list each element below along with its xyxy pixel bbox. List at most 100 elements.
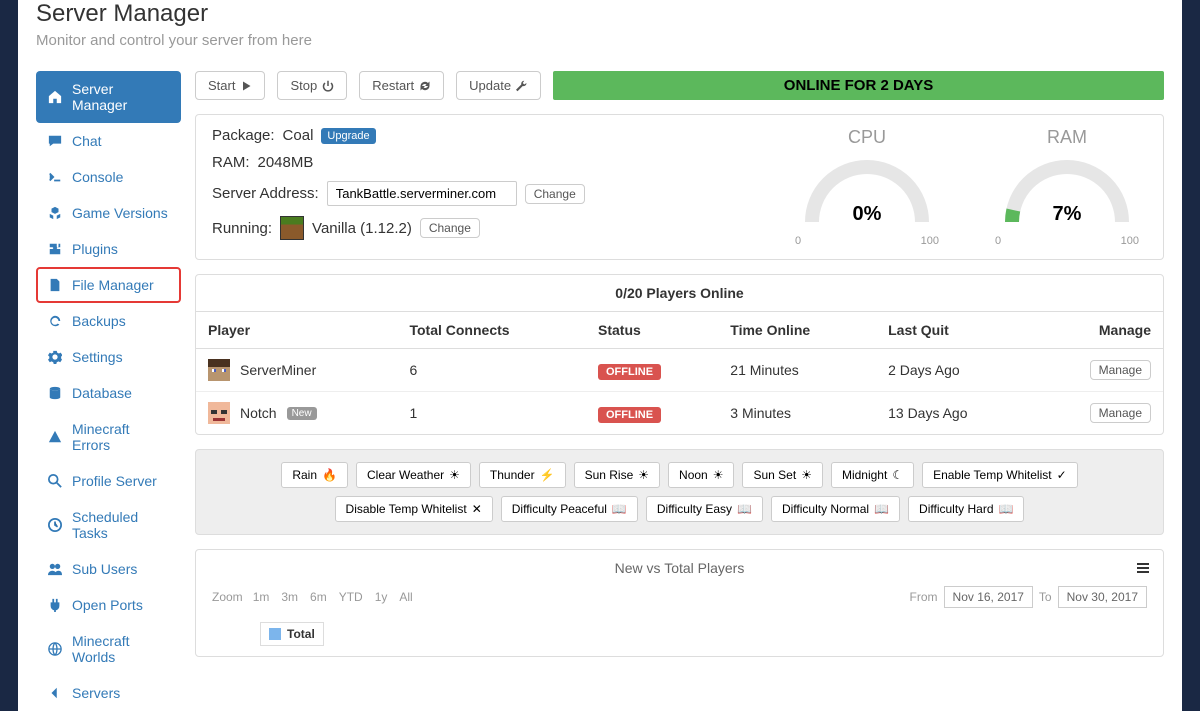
ram-gauge-title: RAM (987, 127, 1147, 148)
quick-actions: Rain 🔥 Clear Weather ☀ Thunder ⚡ Sun Rise ☀… (195, 449, 1164, 535)
qa-midnight[interactable]: Midnight ☾ (831, 462, 914, 488)
start-button[interactable]: Start (195, 71, 265, 100)
server-address-input[interactable] (327, 181, 517, 206)
sidebar-item-database[interactable]: Database (36, 375, 181, 411)
qa-icon: 📖 (999, 502, 1014, 516)
clock-icon (48, 518, 62, 532)
qa-difficulty-peaceful[interactable]: Difficulty Peaceful 📖 (501, 496, 638, 522)
col-manage: Manage (1033, 312, 1163, 349)
qa-sun-set[interactable]: Sun Set ☀ (742, 462, 822, 488)
sidebar-item-chat[interactable]: Chat (36, 123, 181, 159)
table-row: NotchNew 1 OFFLINE 3 Minutes 13 Days Ago… (196, 392, 1163, 435)
sidebar-item-label: File Manager (72, 277, 154, 293)
plug-icon (48, 598, 62, 612)
table-row: ServerMiner 6 OFFLINE 21 Minutes 2 Days … (196, 349, 1163, 392)
ram-gauge: RAM 7% 0100 (987, 127, 1147, 247)
sidebar-item-minecraft-errors[interactable]: Minecraft Errors (36, 411, 181, 463)
file-icon (48, 278, 62, 292)
menu-icon (1135, 560, 1151, 576)
terminal-icon (48, 170, 62, 184)
update-button[interactable]: Update (456, 71, 541, 100)
cpu-gauge-title: CPU (787, 127, 947, 148)
avatar-icon (208, 359, 230, 381)
sidebar-item-minecraft-worlds[interactable]: Minecraft Worlds (36, 623, 181, 675)
qa-sun-rise[interactable]: Sun Rise ☀ (574, 462, 660, 488)
sidebar-item-server-manager[interactable]: Server Manager (36, 71, 181, 123)
qa-rain[interactable]: Rain 🔥 (281, 462, 348, 488)
zoom-All[interactable]: All (399, 590, 412, 604)
col-lastquit: Last Quit (876, 312, 1033, 349)
manage-button[interactable]: Manage (1090, 403, 1151, 423)
qa-enable-temp-whitelist[interactable]: Enable Temp Whitelist ✓ (922, 462, 1078, 488)
qa-icon: ☀ (713, 468, 724, 482)
zoom-1m[interactable]: 1m (253, 590, 270, 604)
chart-menu-button[interactable] (1135, 560, 1151, 579)
qa-difficulty-normal[interactable]: Difficulty Normal 📖 (771, 496, 900, 522)
database-icon (48, 386, 62, 400)
sidebar-item-console[interactable]: Console (36, 159, 181, 195)
player-lastquit: 13 Days Ago (876, 392, 1033, 435)
player-name: ServerMiner (240, 362, 316, 378)
package-label: Package: (212, 127, 275, 144)
sidebar-item-game-versions[interactable]: Game Versions (36, 195, 181, 231)
restart-button[interactable]: Restart (359, 71, 444, 100)
play-icon (240, 80, 252, 92)
qa-icon: ✕ (472, 502, 482, 516)
status-bar: ONLINE FOR 2 DAYS (553, 71, 1164, 100)
sidebar-item-label: Minecraft Errors (72, 421, 169, 453)
zoom-6m[interactable]: 6m (310, 590, 327, 604)
qa-difficulty-easy[interactable]: Difficulty Easy 📖 (646, 496, 763, 522)
power-icon (322, 80, 334, 92)
player-name: Notch (240, 405, 277, 421)
chevron-left-icon (48, 686, 62, 700)
globe-icon (48, 642, 62, 656)
col-player: Player (196, 312, 397, 349)
ram-value: 2048MB (258, 154, 314, 171)
sidebar-item-profile-server[interactable]: Profile Server (36, 463, 181, 499)
qa-clear-weather[interactable]: Clear Weather ☀ (356, 462, 471, 488)
qa-disable-temp-whitelist[interactable]: Disable Temp Whitelist ✕ (335, 496, 493, 522)
manage-button[interactable]: Manage (1090, 360, 1151, 380)
sidebar-item-label: Servers (72, 685, 120, 701)
sidebar-item-settings[interactable]: Settings (36, 339, 181, 375)
search-icon (48, 474, 62, 488)
svg-text:7%: 7% (1053, 203, 1082, 225)
from-date[interactable]: Nov 16, 2017 (944, 586, 1033, 608)
page-subtitle: Monitor and control your server from her… (36, 32, 1164, 49)
sidebar-item-label: Open Ports (72, 597, 143, 613)
sidebar-item-label: Console (72, 169, 123, 185)
warning-icon (48, 430, 62, 444)
change-address-button[interactable]: Change (525, 184, 585, 204)
legend-swatch-icon (269, 628, 281, 640)
qa-icon: ☀ (638, 468, 649, 482)
qa-icon: 📖 (612, 502, 627, 516)
qa-noon[interactable]: Noon ☀ (668, 462, 734, 488)
change-version-button[interactable]: Change (420, 218, 480, 238)
sidebar-item-open-ports[interactable]: Open Ports (36, 587, 181, 623)
sidebar-item-backups[interactable]: Backups (36, 303, 181, 339)
sidebar-item-label: Game Versions (72, 205, 168, 221)
sidebar-item-scheduled-tasks[interactable]: Scheduled Tasks (36, 499, 181, 551)
upgrade-button[interactable]: Upgrade (321, 128, 375, 144)
players-table: Player Total Connects Status Time Online… (196, 312, 1163, 434)
col-connects: Total Connects (397, 312, 586, 349)
stop-button[interactable]: Stop (277, 71, 347, 100)
sidebar-item-servers[interactable]: Servers (36, 675, 181, 711)
sidebar: Server ManagerChat Console Game Versions Pl… (36, 71, 181, 711)
zoom-label: Zoom (212, 590, 243, 604)
zoom-1y[interactable]: 1y (375, 590, 388, 604)
refresh-icon (48, 314, 62, 328)
zoom-YTD[interactable]: YTD (339, 590, 363, 604)
qa-icon: ☀ (449, 468, 460, 482)
legend-total[interactable]: Total (260, 622, 324, 646)
zoom-3m[interactable]: 3m (281, 590, 298, 604)
sidebar-item-sub-users[interactable]: Sub Users (36, 551, 181, 587)
to-date[interactable]: Nov 30, 2017 (1058, 586, 1147, 608)
sidebar-item-file-manager[interactable]: File Manager (36, 267, 181, 303)
from-label: From (910, 590, 938, 604)
qa-thunder[interactable]: Thunder ⚡ (479, 462, 566, 488)
sidebar-item-plugins[interactable]: Plugins (36, 231, 181, 267)
player-time: 3 Minutes (718, 392, 876, 435)
qa-difficulty-hard[interactable]: Difficulty Hard 📖 (908, 496, 1024, 522)
qa-icon: 📖 (737, 502, 752, 516)
